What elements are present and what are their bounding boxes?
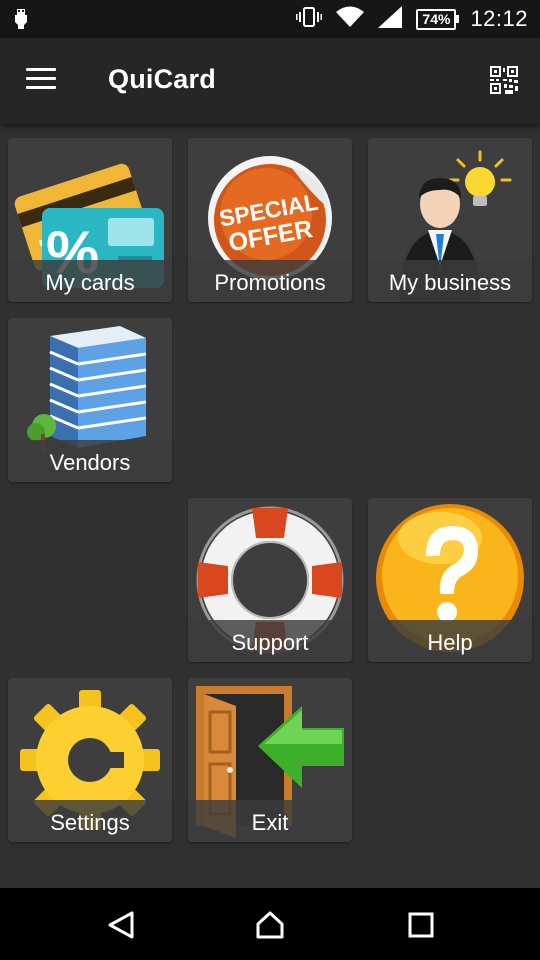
tile-support[interactable]: Support xyxy=(188,498,352,662)
tile-promotions[interactable]: SPECIAL OFFER Promotions xyxy=(188,138,352,302)
signal-icon xyxy=(378,5,403,33)
usb-debug-icon xyxy=(14,9,28,34)
tile-label: My business xyxy=(388,270,512,295)
vibrate-icon xyxy=(296,6,323,32)
battery-level: 74% xyxy=(422,11,451,27)
tile-label: Help xyxy=(427,630,473,655)
wifi-icon xyxy=(336,6,365,33)
back-icon[interactable] xyxy=(106,910,136,940)
navigation-bar xyxy=(0,888,540,960)
tile-label: Vendors xyxy=(49,450,131,475)
hamburger-menu-icon[interactable] xyxy=(26,68,56,90)
tile-label: Support xyxy=(231,630,309,655)
qr-code-icon[interactable] xyxy=(490,66,518,94)
recents-icon[interactable] xyxy=(406,910,436,940)
tile-settings[interactable]: Settings xyxy=(8,678,172,842)
status-bar: 74% 12:12 xyxy=(0,0,540,38)
tile-my-business[interactable]: My business xyxy=(368,138,532,302)
tile-label: Promotions xyxy=(214,270,326,295)
tile-my-cards[interactable]: % My cards xyxy=(8,138,172,302)
tile-label: Settings xyxy=(50,810,130,835)
battery-icon: 74% xyxy=(416,8,460,30)
tile-vendors[interactable]: Vendors xyxy=(8,318,172,482)
tile-help[interactable]: Help xyxy=(368,498,532,662)
tile-exit[interactable]: Exit xyxy=(188,678,352,842)
tile-label: My cards xyxy=(45,270,135,295)
clock: 12:12 xyxy=(470,6,528,31)
app-bar: QuiCard xyxy=(0,38,540,124)
home-icon[interactable] xyxy=(255,910,285,940)
tile-label: Exit xyxy=(251,810,289,835)
app-title: QuiCard xyxy=(108,64,216,94)
